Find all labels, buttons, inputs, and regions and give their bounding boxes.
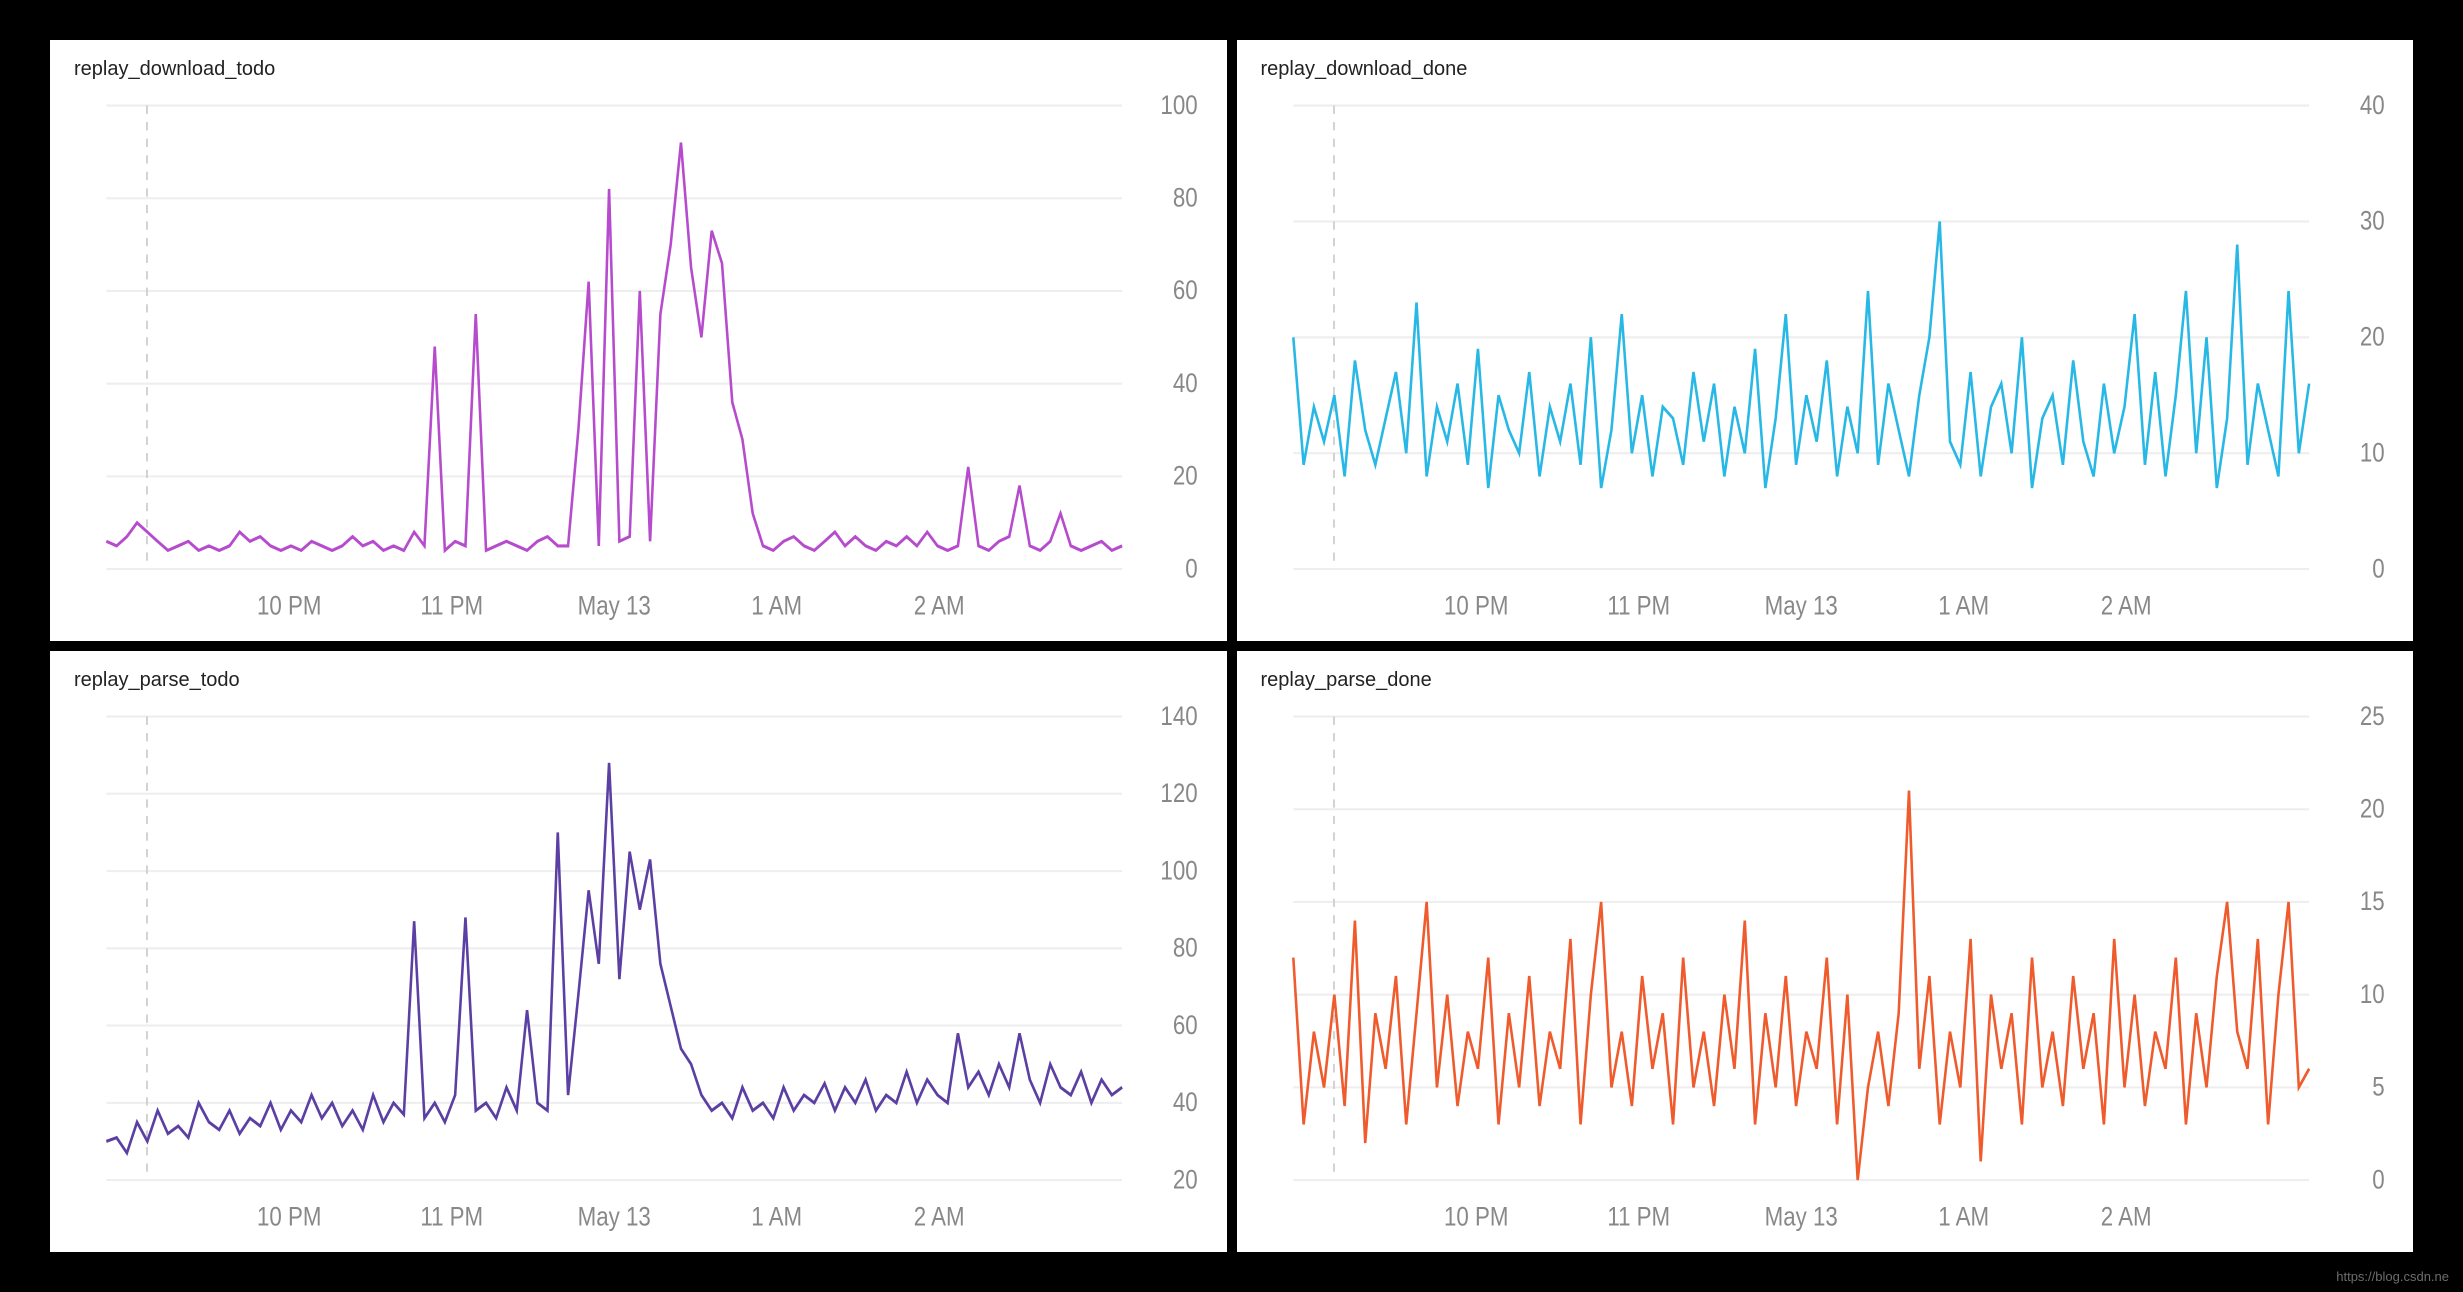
- x-tick-label: 11 PM: [1607, 1203, 1670, 1232]
- chart-svg: 0 10 20 30 40 10 PM 11 PM May 13 1 AM 2 AM: [1259, 89, 2392, 627]
- y-tick-label: 40: [1173, 1088, 1198, 1117]
- y-tick-label: 20: [2359, 795, 2384, 824]
- x-tick-label: 2 AM: [2100, 1203, 2151, 1232]
- chart-svg: 0 20 40 60 80 100 10 PM 11 PM May 13 1 AM 2 AM: [72, 89, 1205, 627]
- y-tick-label: 15: [2359, 887, 2384, 916]
- x-tick-label: 11 PM: [420, 592, 483, 621]
- x-tick-label: May 13: [1764, 592, 1837, 621]
- y-tick-label: 20: [1173, 462, 1198, 491]
- y-tick-label: 10: [2359, 980, 2384, 1009]
- x-tick-label: 2 AM: [2100, 592, 2151, 621]
- y-tick-label: 100: [1160, 91, 1197, 120]
- x-tick-label: 10 PM: [257, 592, 321, 621]
- x-tick-label: 10 PM: [1444, 592, 1508, 621]
- chart-svg: 0 5 10 15 20 25 10 PM 11 PM May 13 1 AM 2 AM: [1259, 700, 2392, 1238]
- y-tick-label: 5: [2372, 1073, 2384, 1102]
- y-tick-label: 80: [1173, 934, 1198, 963]
- y-tick-label: 0: [2372, 554, 2384, 583]
- x-tick-label: 10 PM: [257, 1203, 321, 1232]
- data-series-line: [106, 143, 1122, 551]
- y-tick-label: 0: [1185, 554, 1197, 583]
- data-series-line: [1293, 791, 2309, 1180]
- x-tick-label: May 13: [578, 592, 651, 621]
- dashboard-grid: replay_download_todo 020406080100 10 PM1…: [0, 0, 2463, 1292]
- chart-panel-dl-done: replay_download_done 0 10 20 30 40 10 PM 11 P…: [1237, 40, 2414, 641]
- x-tick-label: 1 AM: [751, 592, 802, 621]
- x-tick-label: 1 AM: [1938, 592, 1989, 621]
- y-tick-label: 60: [1173, 276, 1198, 305]
- x-tick-label: 2 AM: [914, 592, 965, 621]
- x-tick-label: 10 PM: [1444, 1203, 1508, 1232]
- chart-area[interactable]: 0 20 40 60 80 100 10 PM 11 PM May 13 1 AM 2 AM: [72, 89, 1205, 627]
- x-tick-label: 2 AM: [914, 1203, 965, 1232]
- panel-title: replay_download_todo: [74, 58, 1205, 81]
- panel-title: replay_download_done: [1261, 58, 2392, 81]
- chart-panel-parse-done: replay_parse_done 0 5 10 15 20 25 10 PM 11 PM M…: [1237, 651, 2414, 1252]
- x-tick-label: May 13: [1764, 1203, 1837, 1232]
- x-tick-label: 1 AM: [751, 1203, 802, 1232]
- y-tick-label: 40: [1173, 369, 1198, 398]
- panel-title: replay_parse_done: [1261, 669, 2392, 692]
- x-tick-label: 1 AM: [1938, 1203, 1989, 1232]
- x-tick-label: 11 PM: [420, 1203, 483, 1232]
- y-tick-label: 0: [2372, 1165, 2384, 1194]
- y-tick-label: 80: [1173, 184, 1198, 213]
- y-tick-label: 10: [2359, 439, 2384, 468]
- y-tick-label: 25: [2359, 702, 2384, 731]
- chart-panel-parse-todo: replay_parse_todo 20 40 60 80 100 120 140 10 P…: [50, 651, 1227, 1252]
- data-series-line: [106, 763, 1122, 1153]
- y-tick-label: 120: [1160, 779, 1197, 808]
- x-tick-label: 11 PM: [1607, 592, 1670, 621]
- y-tick-label: 140: [1160, 702, 1197, 731]
- y-tick-label: 30: [2359, 207, 2384, 236]
- y-tick-label: 40: [2359, 91, 2384, 120]
- data-series-line: [1293, 221, 2309, 488]
- y-tick-label: 100: [1160, 857, 1197, 886]
- x-tick-label: May 13: [578, 1203, 651, 1232]
- y-tick-label: 60: [1173, 1011, 1198, 1040]
- y-tick-label: 20: [2359, 323, 2384, 352]
- chart-panel-dl-todo: replay_download_todo 0 20 40 60 80 100 10 PM 1…: [50, 40, 1227, 641]
- watermark-text: https://blog.csdn.ne: [2336, 1269, 2449, 1284]
- chart-area[interactable]: 0 5 10 15 20 25 10 PM 11 PM May 13 1 AM 2 AM: [1259, 700, 2392, 1238]
- panel-title: replay_parse_todo: [74, 669, 1205, 692]
- chart-svg: 20 40 60 80 100 120 140 10 PM 11 PM May 13 1 AM 2 …: [72, 700, 1205, 1238]
- chart-area[interactable]: 0 10 20 30 40 10 PM 11 PM May 13 1 AM 2 AM: [1259, 89, 2392, 627]
- chart-area[interactable]: 20 40 60 80 100 120 140 10 PM 11 PM May 13 1 AM 2 …: [72, 700, 1205, 1238]
- y-tick-label: 20: [1173, 1165, 1198, 1194]
